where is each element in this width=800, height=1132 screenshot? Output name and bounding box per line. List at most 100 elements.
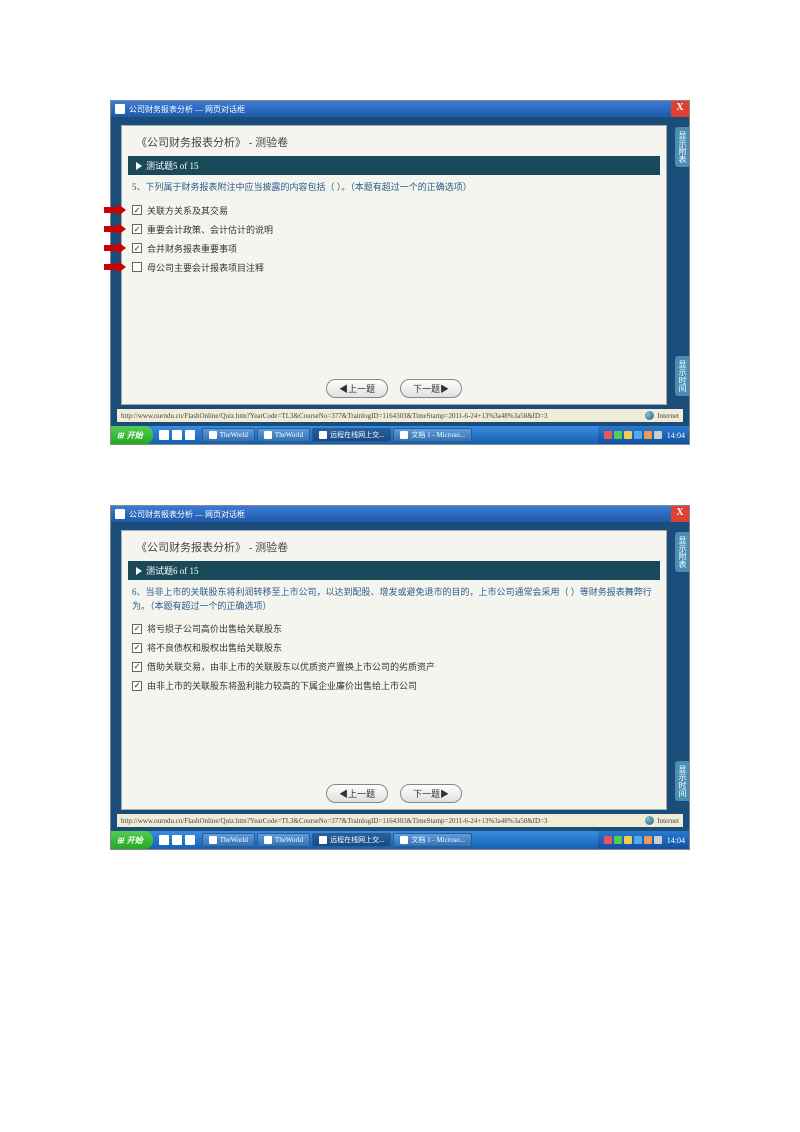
screenshot-2: 公司财务报表分析 — 网页对话框 X 显示附表 显示时间 《公司财务报表分析》 … [110,505,690,850]
checkbox[interactable] [132,205,142,215]
tray-icon[interactable] [624,431,632,439]
task-item-icon [209,431,217,439]
taskbar-item[interactable]: 文档 1 - Microso... [393,428,472,442]
status-bar: http://www.ourndu.cn/FlashOnline/Quiz.ht… [117,814,683,827]
option-label: 将不良债权和股权出售给关联股东 [147,641,282,654]
red-arrow-icon [104,224,128,234]
app-icon [115,104,125,114]
taskbar-item[interactable]: TheWorld [202,428,255,442]
close-button[interactable]: X [671,506,689,522]
option-row[interactable]: 关联方关系及其交易 [132,201,656,220]
app-frame: 显示附表 显示时间 《公司财务报表分析》 - 测验卷 测试题6 of 15 6、… [111,522,689,831]
start-button[interactable]: ⊞ 开始 [111,831,153,849]
progress-bar: 测试题6 of 15 [128,561,660,580]
option-row[interactable]: 合并财务报表重要事项 [132,239,656,258]
red-arrow-icon [104,243,128,253]
taskbar-item[interactable]: TheWorld [257,428,310,442]
option-row[interactable]: 母公司主要会计报表项目注释 [132,258,656,277]
quiz-title: 《公司财务报表分析》 - 测验卷 [122,531,666,561]
checkbox[interactable] [132,243,142,253]
tray-icon[interactable] [614,836,622,844]
taskbar-item[interactable]: 远程在线网上交... [312,428,391,442]
nav-buttons: ◀上一题 下一题▶ [122,778,666,809]
prev-button[interactable]: ◀上一题 [326,379,388,398]
screenshot-1: 公司财务报表分析 — 网页对话框 X 显示附表 显示时间 《公司财务报表分析》 … [110,100,690,445]
clock[interactable]: 14:04 [667,836,685,845]
clock[interactable]: 14:04 [667,431,685,440]
option-row[interactable]: 将不良债权和股权出售给关联股东 [132,638,656,657]
content-panel: 《公司财务报表分析》 - 测验卷 测试题6 of 15 6、当非上市的关联股东将… [121,530,667,810]
close-button[interactable]: X [671,101,689,117]
tray-icon[interactable] [604,836,612,844]
side-tab-time[interactable]: 显示时间 [675,761,689,801]
browser-titlebar: 公司财务报表分析 — 网页对话框 X [111,101,689,117]
progress-bar: 测试题5 of 15 [128,156,660,175]
option-row[interactable]: 由非上市的关联股东将盈利能力较高的下属企业廉价出售给上市公司 [132,676,656,695]
side-tab-time[interactable]: 显示时间 [675,356,689,396]
status-url-text: http://www.ourndu.cn/FlashOnline/Quiz.ht… [121,817,547,825]
tray-icon[interactable] [654,431,662,439]
tray-icon[interactable] [654,836,662,844]
side-tab-attachments[interactable]: 显示附表 [675,127,689,167]
prev-button[interactable]: ◀上一题 [326,784,388,803]
taskbar-item[interactable]: TheWorld [257,833,310,847]
task-item-icon [209,836,217,844]
question-text: 5、下列属于财务报表附注中应当披露的内容包括（ ）。（本题有超过一个的正确选项） [132,181,656,195]
start-button[interactable]: ⊞ 开始 [111,426,153,444]
content-panel: 《公司财务报表分析》 - 测验卷 测试题5 of 15 5、下列属于财务报表附注… [121,125,667,405]
ql-icon[interactable] [185,835,195,845]
progress-arrow-icon [136,162,142,170]
status-bar: http://www.ourndu.cn/FlashOnline/Quiz.ht… [117,409,683,422]
system-tray: 14:04 [598,426,689,444]
tray-icon[interactable] [604,431,612,439]
checkbox[interactable] [132,262,142,272]
checkbox[interactable] [132,662,142,672]
checkbox[interactable] [132,624,142,634]
ql-icon[interactable] [159,835,169,845]
task-item-icon [264,431,272,439]
option-label: 母公司主要会计报表项目注释 [147,261,264,274]
taskbar-item[interactable]: TheWorld [202,833,255,847]
task-item-icon [264,836,272,844]
question-area: 5、下列属于财务报表附注中应当披露的内容包括（ ）。（本题有超过一个的正确选项）… [122,175,666,373]
checkbox[interactable] [132,643,142,653]
option-row[interactable]: 借助关联交易，由非上市的关联股东以优质资产置换上市公司的劣质资产 [132,657,656,676]
checkbox[interactable] [132,681,142,691]
ql-icon[interactable] [172,430,182,440]
taskbar-item[interactable]: 远程在线网上交... [312,833,391,847]
ql-icon[interactable] [159,430,169,440]
next-button[interactable]: 下一题▶ [400,784,462,803]
tray-icon[interactable] [634,836,642,844]
tray-icon[interactable] [644,431,652,439]
tray-icon[interactable] [624,836,632,844]
tray-icon[interactable] [644,836,652,844]
next-button[interactable]: 下一题▶ [400,379,462,398]
ql-icon[interactable] [185,430,195,440]
tray-icon[interactable] [634,431,642,439]
option-row[interactable]: 将亏损子公司高价出售给关联股东 [132,619,656,638]
system-tray: 14:04 [598,831,689,849]
app-icon [115,509,125,519]
progress-arrow-icon [136,567,142,575]
option-row[interactable]: 重要会计政策、会计估计的说明 [132,220,656,239]
quiz-title: 《公司财务报表分析》 - 测验卷 [122,126,666,156]
progress-text: 测试题6 of 15 [146,564,199,577]
checkbox[interactable] [132,224,142,234]
ql-icon[interactable] [172,835,182,845]
option-label: 重要会计政策、会计估计的说明 [147,223,273,236]
task-item-icon [400,431,408,439]
globe-icon [645,816,654,825]
tray-icon[interactable] [614,431,622,439]
windows-icon: ⊞ [117,431,124,440]
quick-launch [159,430,195,440]
internet-zone: Internet [645,816,679,825]
progress-text: 测试题5 of 15 [146,159,199,172]
option-label: 关联方关系及其交易 [147,204,228,217]
nav-buttons: ◀上一题 下一题▶ [122,373,666,404]
side-tab-attachments[interactable]: 显示附表 [675,532,689,572]
browser-titlebar: 公司财务报表分析 — 网页对话框 X [111,506,689,522]
internet-zone: Internet [645,411,679,420]
option-label: 合并财务报表重要事项 [147,242,237,255]
taskbar-item[interactable]: 文档 1 - Microso... [393,833,472,847]
globe-icon [645,411,654,420]
